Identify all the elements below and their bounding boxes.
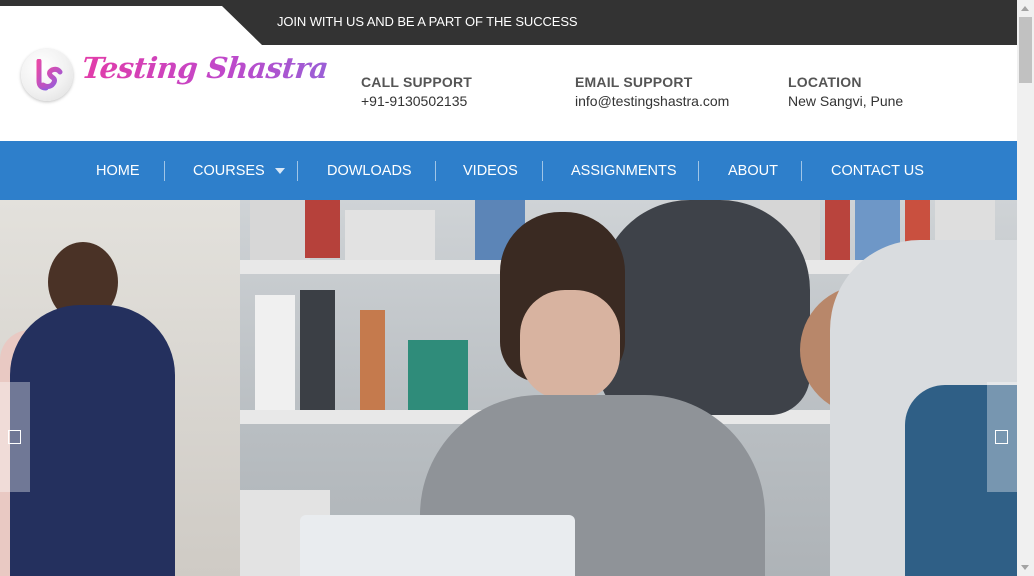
nav-divider — [542, 161, 543, 181]
logo-badge-icon — [21, 49, 73, 101]
book — [255, 295, 295, 410]
book — [408, 340, 468, 410]
tagline: JOIN WITH US AND BE A PART OF THE SUCCES… — [277, 14, 578, 29]
nav-downloads[interactable]: DOWLOADS — [327, 141, 412, 200]
chevron-down-icon[interactable] — [275, 168, 285, 174]
nav-divider — [164, 161, 165, 181]
email-support-label: EMAIL SUPPORT — [575, 74, 693, 90]
book — [825, 200, 850, 260]
call-support-value[interactable]: +91-9130502135 — [361, 93, 472, 109]
nav-divider — [435, 161, 436, 181]
student-figure — [10, 305, 175, 576]
prev-slide-icon — [8, 430, 21, 444]
prev-slide-button[interactable] — [0, 382, 30, 492]
email-support-value[interactable]: info@testingshastra.com — [575, 93, 729, 109]
main-nav: HOME COURSES DOWLOADS VIDEOS ASSIGNMENTS… — [0, 141, 1017, 200]
nav-assignments[interactable]: ASSIGNMENTS — [571, 141, 677, 200]
location: LOCATION New Sangvi, Pune — [788, 74, 903, 109]
nav-courses[interactable]: COURSES — [193, 141, 265, 200]
page: JOIN WITH US AND BE A PART OF THE SUCCES… — [0, 0, 1034, 576]
book — [360, 310, 385, 410]
header: Testing Shastra CALL SUPPORT +91-9130502… — [0, 45, 1017, 141]
location-label: LOCATION — [788, 74, 862, 90]
nav-about[interactable]: ABOUT — [728, 141, 778, 200]
next-slide-button[interactable] — [987, 382, 1017, 492]
book — [250, 200, 310, 260]
page-scrollbar[interactable] — [1017, 0, 1034, 576]
next-slide-icon — [995, 430, 1008, 444]
nav-divider — [698, 161, 699, 181]
scroll-down-icon[interactable] — [1017, 559, 1034, 576]
nav-divider — [297, 161, 298, 181]
call-support-label: CALL SUPPORT — [361, 74, 473, 90]
scrollbar-thumb[interactable] — [1019, 17, 1032, 83]
nav-videos[interactable]: VIDEOS — [463, 141, 518, 200]
call-support: CALL SUPPORT +91-9130502135 — [361, 74, 472, 109]
nav-divider — [801, 161, 802, 181]
student-figure — [600, 200, 810, 415]
nav-contact-us[interactable]: CONTACT US — [831, 141, 924, 200]
book — [305, 200, 340, 258]
location-value: New Sangvi, Pune — [788, 93, 904, 109]
site-logo[interactable]: Testing Shastra — [20, 45, 330, 105]
nav-home[interactable]: HOME — [96, 141, 140, 200]
scroll-up-icon[interactable] — [1017, 0, 1034, 17]
hero-slider — [0, 200, 1017, 576]
student-figure — [520, 290, 620, 400]
book — [345, 210, 435, 260]
brand-name: Testing Shastra — [80, 51, 330, 85]
laptop — [300, 515, 575, 576]
email-support: EMAIL SUPPORT info@testingshastra.com — [575, 74, 729, 109]
book — [300, 290, 335, 410]
logo-tab — [0, 6, 262, 45]
